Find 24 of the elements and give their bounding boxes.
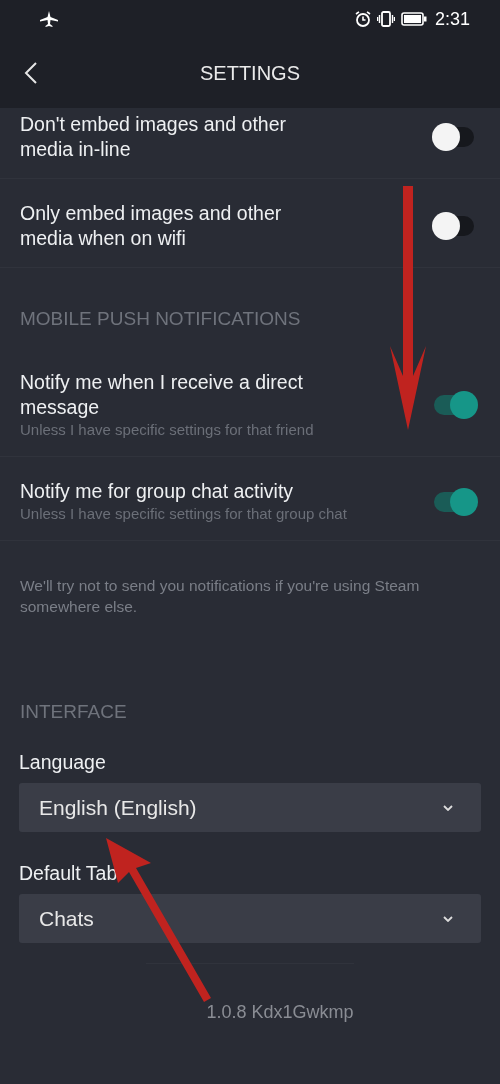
battery-icon: [400, 12, 427, 26]
alarm-icon: [354, 11, 371, 27]
airplane-icon: [40, 11, 58, 27]
section-heading: INTERFACE: [19, 700, 128, 724]
section-heading: MOBILE PUSH NOTIFICATIONS: [19, 307, 302, 331]
caret-icon: [443, 804, 453, 811]
toggle-switch[interactable]: [432, 391, 478, 419]
info-note: We'll try not to send you notifications if you're using Steam somewhere else.: [19, 576, 421, 617]
dropdown-field[interactable]: Chats: [19, 894, 481, 943]
vibrate-icon: [376, 11, 395, 27]
field-label: Language: [19, 751, 106, 774]
screen-title: SETTINGS: [200, 61, 300, 85]
field-label: Default Tab: [19, 862, 118, 885]
setting-label: Don't embed images and other media in-line: [20, 112, 288, 162]
dropdown-value: English (English): [39, 795, 197, 820]
dropdown-field[interactable]: English (English): [19, 783, 481, 832]
dropdown-value: Chats: [39, 906, 94, 931]
toggle-switch[interactable]: [432, 487, 478, 516]
clock-time: 2:31: [434, 8, 470, 30]
setting-label: Only embed images and other media when on wifi: [20, 201, 283, 251]
back-icon: [24, 61, 38, 85]
caret-icon: [443, 915, 453, 922]
setting-label: Notify me when I receive a direct message: [20, 370, 304, 420]
setting-label: Notify me for group chat activity: [20, 479, 295, 504]
